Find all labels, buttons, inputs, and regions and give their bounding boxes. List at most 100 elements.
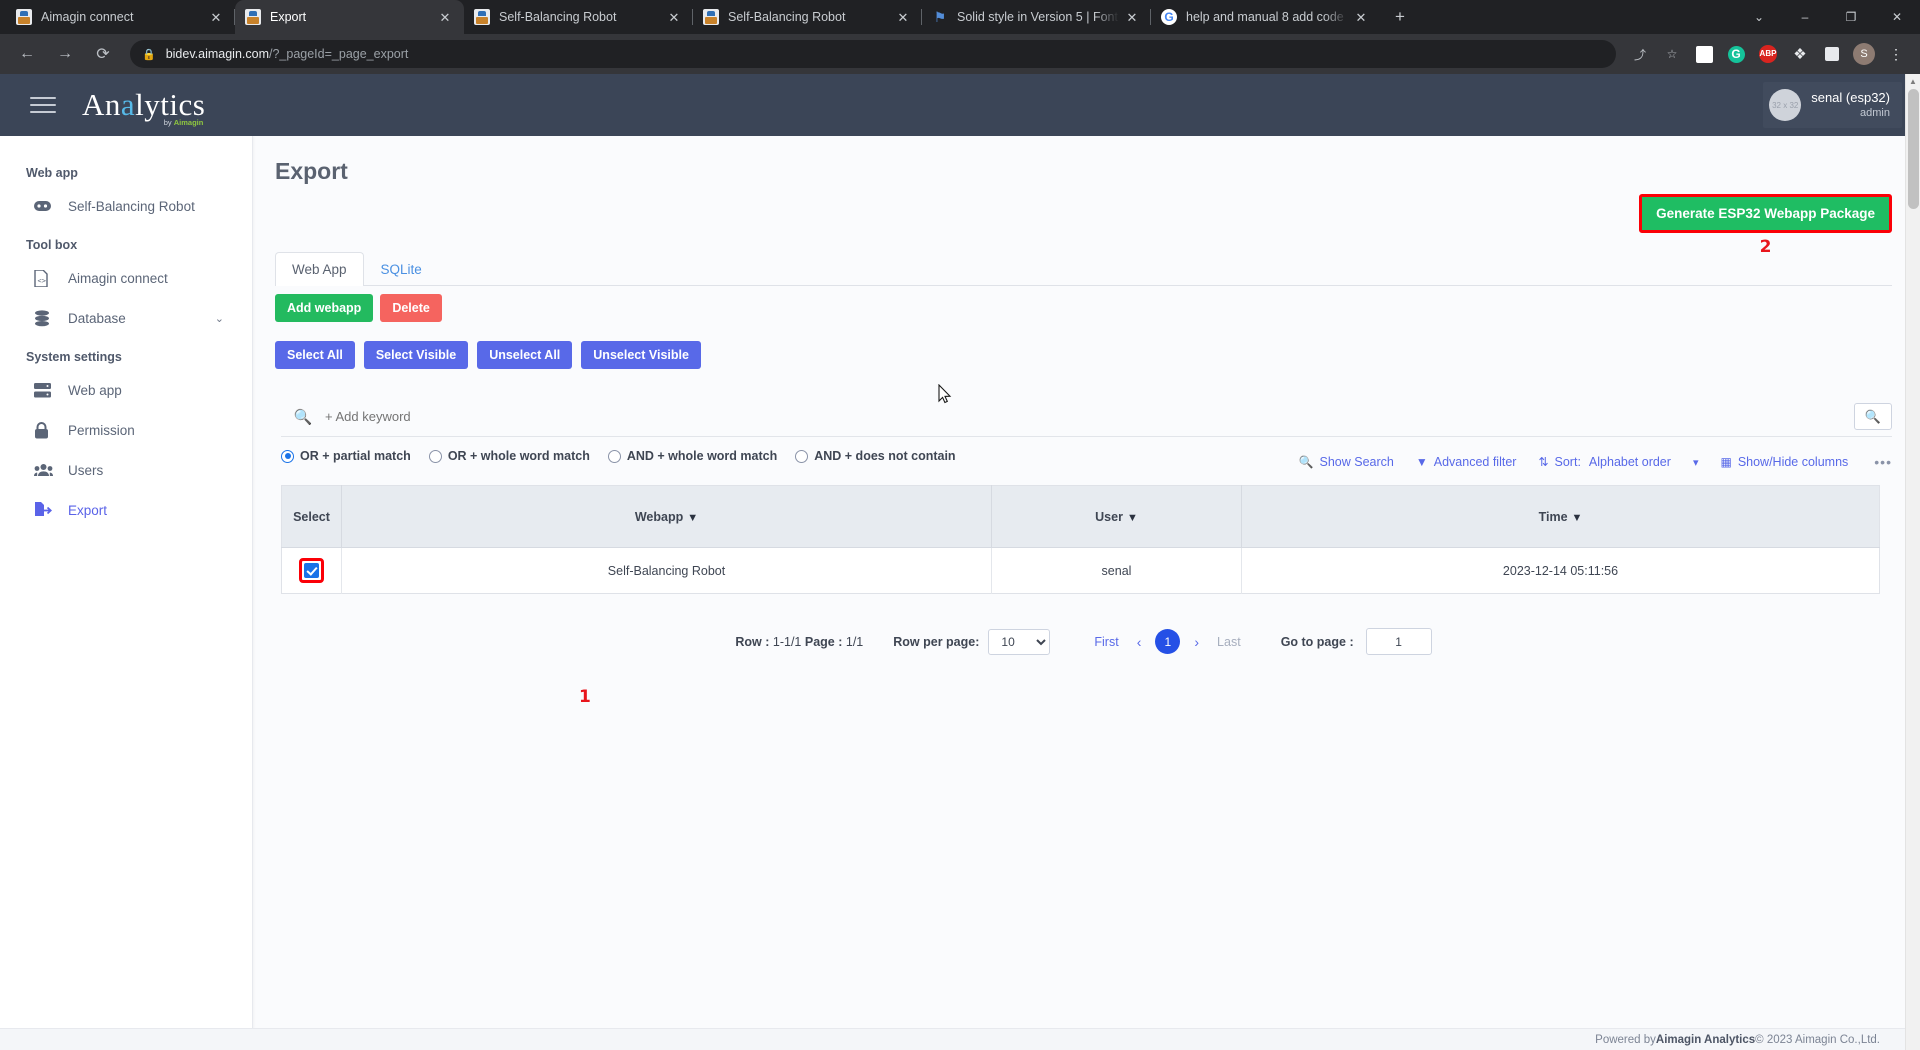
rows-per-page-select[interactable]: 10 bbox=[988, 628, 1051, 655]
search-input[interactable] bbox=[325, 409, 1854, 424]
generate-esp32-webapp-package-button[interactable]: Generate ESP32 Webapp Package bbox=[1639, 194, 1892, 233]
search-submit-button[interactable]: 🔍 bbox=[1854, 403, 1892, 430]
grammarly-glyph: G bbox=[1727, 45, 1745, 63]
tab-title: Self-Balancing Robot bbox=[728, 10, 846, 24]
column-header-webapp[interactable]: Webapp ▼ bbox=[341, 485, 992, 548]
advanced-filter-button[interactable]: ▼ Advanced filter bbox=[1416, 455, 1517, 469]
column-header-select[interactable]: Select bbox=[281, 485, 342, 548]
checkbox-highlight bbox=[299, 558, 324, 583]
row-select-checkbox[interactable] bbox=[304, 563, 319, 578]
profile-avatar[interactable]: S bbox=[1851, 41, 1877, 67]
column-header-time[interactable]: Time ▼ bbox=[1241, 485, 1880, 548]
sidebar-item-permission[interactable]: Permission bbox=[0, 410, 252, 450]
forward-button[interactable]: → bbox=[50, 39, 80, 69]
extensions-puzzle-icon[interactable]: ❖ bbox=[1787, 41, 1813, 67]
delete-button[interactable]: Delete bbox=[380, 294, 442, 322]
selection-buttons: Select All Select Visible Unselect All U… bbox=[275, 341, 1892, 369]
radio-and-does-not-contain[interactable]: AND + does not contain bbox=[795, 449, 956, 463]
goto-page-label: Go to page : bbox=[1280, 634, 1354, 649]
tab-sqlite[interactable]: SQLite bbox=[364, 252, 439, 286]
new-tab-button[interactable]: + bbox=[1386, 3, 1414, 31]
tab-close-icon[interactable]: ✕ bbox=[207, 8, 225, 26]
window-maximize-button[interactable]: ❐ bbox=[1828, 0, 1874, 34]
filter-icon[interactable]: ▼ bbox=[1572, 512, 1583, 524]
search-bar: 🔍 🔍 bbox=[281, 397, 1892, 437]
prev-page-button[interactable]: ‹ bbox=[1137, 634, 1142, 650]
column-header-user[interactable]: User ▼ bbox=[991, 485, 1242, 548]
browser-tab-active[interactable]: Export ✕ bbox=[235, 0, 464, 34]
radio-and-whole-word-match[interactable]: AND + whole word match bbox=[607, 449, 777, 463]
chrome-menu-icon[interactable]: ⋮ bbox=[1883, 41, 1909, 67]
adblock-plus-icon[interactable]: ABP bbox=[1755, 41, 1781, 67]
sidebar-item-aimagin-connect[interactable]: <> Aimagin connect bbox=[0, 258, 252, 298]
tab-close-icon[interactable]: ✕ bbox=[894, 8, 912, 26]
show-hide-columns-button[interactable]: ▦ Show/Hide columns bbox=[1720, 455, 1848, 469]
user-name: senal (esp32) bbox=[1811, 90, 1890, 105]
sort-value[interactable]: Alphabet order bbox=[1589, 455, 1671, 469]
browser-tab[interactable]: G help and manual 8 add code - G ✕ bbox=[1151, 0, 1380, 34]
scroll-up-icon[interactable]: ▲ bbox=[1906, 74, 1920, 89]
goto-page-input[interactable] bbox=[1365, 628, 1432, 655]
share-icon[interactable]: ⤴ bbox=[1627, 41, 1653, 67]
browser-tab[interactable]: ⚑ Solid style in Version 5 | Font Aw ✕ bbox=[922, 0, 1151, 34]
unselect-all-button[interactable]: Unselect All bbox=[477, 341, 573, 369]
more-options-icon[interactable]: ••• bbox=[1874, 454, 1892, 470]
filter-icon: ▼ bbox=[1415, 455, 1428, 469]
sidebar: Web app Self-Balancing Robot Tool box <>… bbox=[0, 136, 253, 1029]
filter-icon[interactable]: ▼ bbox=[687, 512, 698, 524]
sidebar-item-database[interactable]: Database ⌄ bbox=[0, 298, 252, 338]
back-button[interactable]: ← bbox=[12, 39, 42, 69]
columns-icon: ▦ bbox=[1720, 455, 1732, 469]
tab-close-icon[interactable]: ✕ bbox=[436, 8, 454, 26]
sidebar-item-users[interactable]: Users bbox=[0, 450, 252, 490]
sidebar-item-web-app[interactable]: Web app bbox=[0, 370, 252, 410]
sort-control[interactable]: ⇅ Sort: Alphabet order ▾ bbox=[1538, 455, 1698, 469]
google-translate-icon[interactable] bbox=[1691, 41, 1717, 67]
abp-glyph: ABP bbox=[1759, 45, 1777, 63]
browser-tab[interactable]: Self-Balancing Robot ✕ bbox=[693, 0, 922, 34]
chrome-expand-icon[interactable]: ⌄ bbox=[1736, 0, 1782, 34]
first-page-button[interactable]: First bbox=[1094, 635, 1118, 649]
user-menu[interactable]: 32 x 32 senal (esp32) admin bbox=[1763, 82, 1902, 128]
select-all-button[interactable]: Select All bbox=[275, 341, 355, 369]
chevron-down-icon[interactable]: ⌄ bbox=[215, 312, 224, 325]
grammarly-icon[interactable]: G bbox=[1723, 41, 1749, 67]
radio-mark bbox=[428, 449, 442, 463]
window-minimize-button[interactable]: – bbox=[1782, 0, 1828, 34]
browser-tab[interactable]: Aimagin connect ✕ bbox=[6, 0, 235, 34]
next-page-button[interactable]: › bbox=[1194, 634, 1199, 650]
brand-logo[interactable]: Analytics by Aimagin bbox=[82, 87, 205, 127]
bookmark-star-icon[interactable]: ☆ bbox=[1659, 41, 1685, 67]
column-label: Webapp bbox=[634, 509, 684, 524]
show-search-button[interactable]: 🔍 Show Search bbox=[1299, 455, 1394, 469]
radio-or-partial-match[interactable]: OR + partial match bbox=[281, 449, 411, 463]
radio-or-whole-word-match[interactable]: OR + whole word match bbox=[428, 449, 590, 463]
page-scrollbar[interactable]: ▲ bbox=[1905, 74, 1920, 1050]
window-close-button[interactable]: ✕ bbox=[1874, 0, 1920, 34]
filter-icon[interactable]: ▼ bbox=[1127, 512, 1138, 524]
unselect-visible-button[interactable]: Unselect Visible bbox=[581, 341, 701, 369]
tab-web-app[interactable]: Web App bbox=[275, 252, 364, 286]
table-row[interactable]: Self-Balancing Robot senal 2023-12-14 05… bbox=[281, 547, 1880, 594]
browser-tab[interactable]: Self-Balancing Robot ✕ bbox=[464, 0, 693, 34]
gamepad-icon bbox=[34, 200, 60, 212]
sidebar-item-export[interactable]: Export bbox=[0, 490, 252, 530]
scrollbar-thumb[interactable] bbox=[1908, 89, 1919, 209]
sidepanel-icon[interactable] bbox=[1819, 41, 1845, 67]
app-header: Analytics by Aimagin 32 x 32 senal (esp3… bbox=[0, 74, 1920, 136]
sidebar-group-title: Web app bbox=[26, 166, 78, 180]
tab-close-icon[interactable]: ✕ bbox=[665, 8, 683, 26]
tab-close-icon[interactable]: ✕ bbox=[1123, 8, 1141, 26]
chevron-down-icon[interactable]: ▾ bbox=[1693, 456, 1699, 469]
select-visible-button[interactable]: Select Visible bbox=[363, 341, 469, 369]
address-bar[interactable]: 🔒 bidev.aimagin.com /?_pageId=_page_expo… bbox=[130, 40, 1616, 68]
radio-label: OR + whole word match bbox=[447, 449, 590, 463]
last-page-button[interactable]: Last bbox=[1217, 635, 1241, 649]
hamburger-menu-icon[interactable] bbox=[30, 92, 56, 118]
add-webapp-button[interactable]: Add webapp bbox=[275, 294, 374, 322]
tab-close-icon[interactable]: ✕ bbox=[1352, 8, 1370, 26]
annotation-marker-1: 1 bbox=[579, 687, 591, 707]
sidebar-item-self-balancing-robot[interactable]: Self-Balancing Robot bbox=[0, 186, 252, 226]
current-page-button[interactable]: 1 bbox=[1155, 629, 1181, 654]
reload-button[interactable]: ⟳ bbox=[88, 39, 118, 69]
